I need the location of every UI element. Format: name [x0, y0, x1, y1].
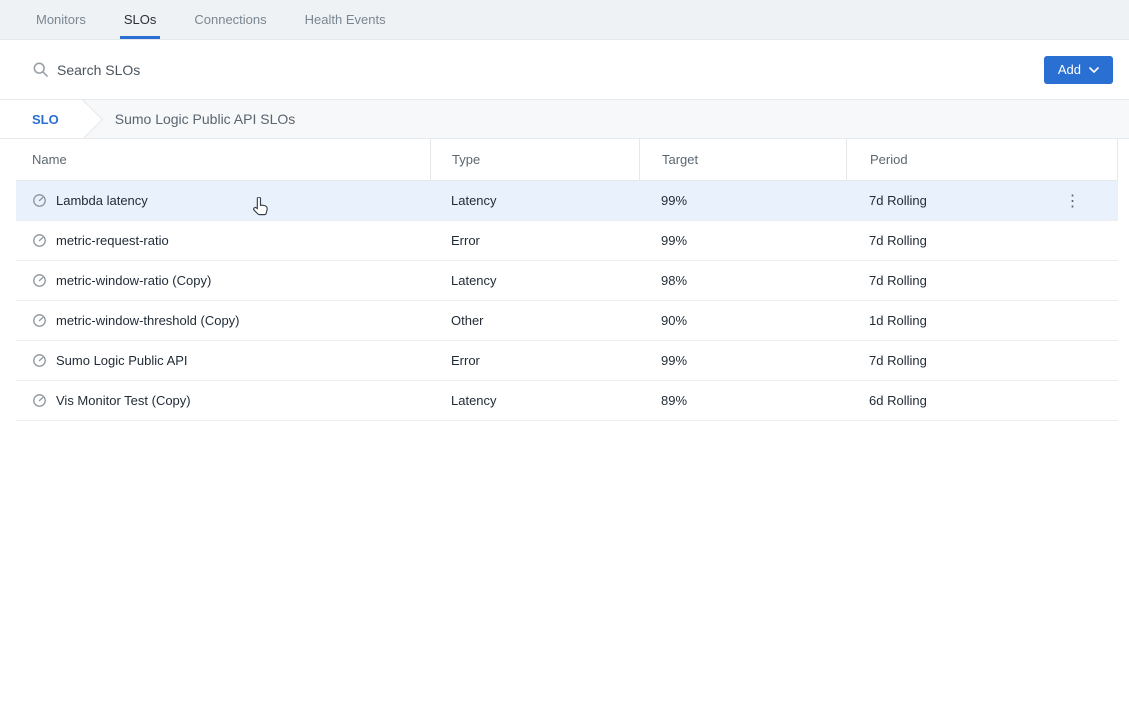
slo-name: Sumo Logic Public API — [56, 353, 188, 368]
gauge-icon — [32, 233, 47, 248]
table-row[interactable]: Lambda latency Latency 99% 7d Rolling ⋮ — [16, 181, 1118, 221]
breadcrumb-current: Sumo Logic Public API SLOs — [115, 111, 296, 127]
slo-table: Name Type Target Period Lambda latency L… — [16, 139, 1118, 421]
table-row[interactable]: metric-window-threshold (Copy) Other 90%… — [16, 301, 1118, 341]
tab-health-events[interactable]: Health Events — [301, 0, 390, 39]
column-header-target[interactable]: Target — [639, 139, 846, 180]
kebab-menu-icon[interactable]: ⋮ — [1062, 188, 1084, 214]
breadcrumb-root-slo[interactable]: SLO — [0, 99, 83, 139]
tab-connections[interactable]: Connections — [190, 0, 270, 39]
slo-target: 89% — [639, 393, 846, 408]
gauge-icon — [32, 313, 47, 328]
slo-period: 7d Rolling — [846, 273, 1118, 288]
table-row[interactable]: metric-window-ratio (Copy) Latency 98% 7… — [16, 261, 1118, 301]
column-header-type[interactable]: Type — [430, 139, 639, 180]
search-input[interactable] — [57, 62, 1044, 78]
slo-target: 99% — [639, 353, 846, 368]
slo-name: Vis Monitor Test (Copy) — [56, 393, 191, 408]
slo-target: 99% — [639, 233, 846, 248]
table-row[interactable]: Sumo Logic Public API Error 99% 7d Rolli… — [16, 341, 1118, 381]
search-icon — [32, 61, 49, 78]
add-button[interactable]: Add — [1044, 56, 1113, 84]
slo-name: Lambda latency — [56, 193, 148, 208]
slo-period: 7d Rolling — [846, 233, 1118, 248]
slo-type: Error — [430, 353, 639, 368]
gauge-icon — [32, 273, 47, 288]
slo-target: 99% — [639, 193, 846, 208]
table-row[interactable]: Vis Monitor Test (Copy) Latency 89% 6d R… — [16, 381, 1118, 421]
gauge-icon — [32, 353, 47, 368]
tab-slos[interactable]: SLOs — [120, 0, 161, 39]
top-tab-bar: Monitors SLOs Connections Health Events — [0, 0, 1129, 40]
slo-name: metric-window-ratio (Copy) — [56, 273, 211, 288]
slo-target: 90% — [639, 313, 846, 328]
breadcrumb: SLO Sumo Logic Public API SLOs — [0, 99, 1129, 139]
slo-type: Other — [430, 313, 639, 328]
slo-name: metric-request-ratio — [56, 233, 169, 248]
table-header-row: Name Type Target Period — [16, 139, 1118, 181]
column-header-period[interactable]: Period — [846, 139, 1118, 180]
add-button-label: Add — [1058, 62, 1081, 77]
chevron-down-icon — [1089, 67, 1099, 73]
slo-period: 7d Rolling — [846, 353, 1118, 368]
search-toolbar: Add — [0, 40, 1129, 99]
tab-monitors[interactable]: Monitors — [32, 0, 90, 39]
gauge-icon — [32, 193, 47, 208]
slo-type: Latency — [430, 273, 639, 288]
slo-name: metric-window-threshold (Copy) — [56, 313, 240, 328]
column-header-name[interactable]: Name — [16, 139, 430, 180]
slo-period: 1d Rolling — [846, 313, 1118, 328]
slo-type: Error — [430, 233, 639, 248]
gauge-icon — [32, 393, 47, 408]
slo-type: Latency — [430, 193, 639, 208]
slo-period: 6d Rolling — [846, 393, 1118, 408]
slo-target: 98% — [639, 273, 846, 288]
table-row[interactable]: metric-request-ratio Error 99% 7d Rollin… — [16, 221, 1118, 261]
slo-type: Latency — [430, 393, 639, 408]
